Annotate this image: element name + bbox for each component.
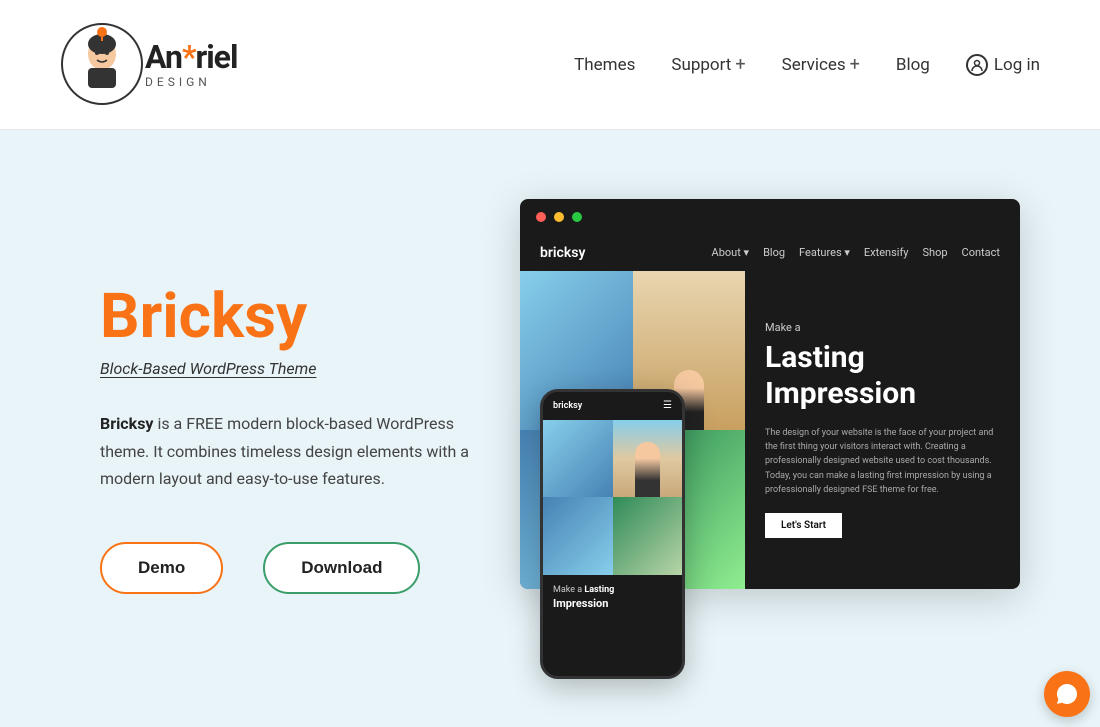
logo-icon (60, 22, 145, 107)
maximize-dot (572, 212, 582, 222)
desktop-headline: LastingImpression (765, 340, 1000, 412)
hero-subtitle: Block-Based WordPress Theme (100, 359, 500, 378)
desktop-nav-bar: bricksy About ▾ Blog Features ▾ Extensif… (520, 235, 1020, 271)
hero-description: Bricksy is a FREE modern block-based Wor… (100, 410, 500, 492)
mobile-menu-icon: ☰ (663, 400, 672, 411)
mobile-cell-1 (543, 420, 613, 498)
nav-services[interactable]: Services + (782, 54, 860, 75)
logo-design: DESIGN (145, 75, 237, 89)
support-plus-icon: + (735, 54, 745, 75)
hero-buttons: Demo Download (100, 542, 500, 594)
mobile-image-area (543, 420, 682, 575)
mobile-caption-line2: Impression (553, 597, 672, 610)
download-button[interactable]: Download (263, 542, 420, 594)
logo[interactable]: An*riel DESIGN (60, 22, 237, 107)
desktop-tagline: Make a (765, 321, 1000, 334)
chat-icon (1055, 682, 1079, 706)
chat-bubble-button[interactable] (1044, 671, 1090, 717)
desktop-body: The design of your website is the face o… (765, 426, 1000, 498)
nav-login[interactable]: Log in (966, 54, 1040, 76)
close-dot (536, 212, 546, 222)
hero-section: Bricksy Block-Based WordPress Theme Bric… (0, 130, 1100, 727)
mobile-top-bar: bricksy ☰ (543, 392, 682, 420)
mobile-caption-line1: Make a Lasting (553, 585, 672, 595)
desktop-nav-links: About ▾ Blog Features ▾ Extensify Shop C… (712, 246, 1000, 259)
login-icon (966, 54, 988, 76)
mobile-logo: bricksy (553, 401, 582, 411)
logo-name: An*riel (145, 41, 237, 73)
desktop-cta-button[interactable]: Let's Start (765, 513, 842, 538)
mobile-cell-3 (543, 497, 613, 575)
mobile-caption: Make a Lasting Impression (543, 575, 682, 620)
nav-support[interactable]: Support + (671, 54, 745, 75)
hero-title: Bricksy (100, 283, 500, 351)
desktop-nav-logo: bricksy (540, 245, 585, 261)
hero-right: bricksy About ▾ Blog Features ▾ Extensif… (520, 199, 1020, 679)
site-header: An*riel DESIGN Themes Support + Services… (0, 0, 1100, 130)
mobile-cell-4 (613, 497, 683, 575)
desktop-top-bar (520, 199, 1020, 235)
main-nav: Themes Support + Services + Blog Log in (574, 54, 1040, 76)
mobile-mockup: bricksy ☰ Make a Lasting Impressio (540, 389, 685, 679)
mobile-image-grid (543, 420, 682, 575)
hero-left: Bricksy Block-Based WordPress Theme Bric… (100, 283, 520, 594)
logo-text-block: An*riel DESIGN (145, 41, 237, 89)
services-plus-icon: + (850, 54, 860, 75)
minimize-dot (554, 212, 564, 222)
mobile-cell-2 (613, 420, 683, 498)
nav-themes[interactable]: Themes (574, 55, 635, 75)
desktop-text-area: Make a LastingImpression The design of y… (745, 271, 1020, 589)
nav-blog[interactable]: Blog (896, 55, 930, 75)
demo-button[interactable]: Demo (100, 542, 223, 594)
